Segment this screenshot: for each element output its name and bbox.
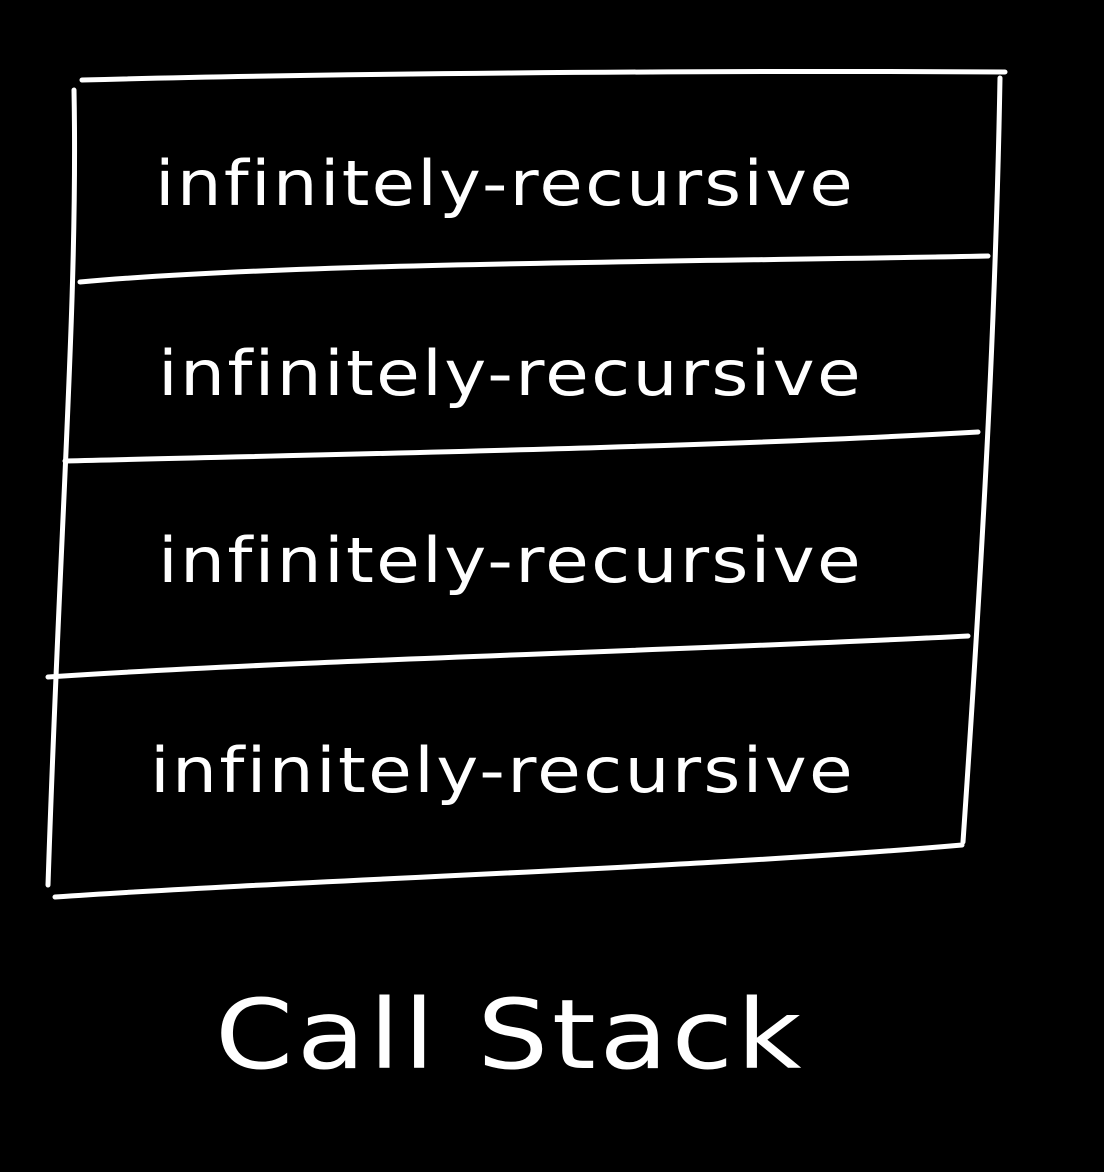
stack-frame-label: infinitely-recursive	[155, 147, 855, 220]
frame-dividers	[45, 253, 991, 680]
call-stack-diagram: infinitely-recursive infinitely-recursiv…	[45, 68, 1008, 1091]
stack-frame-label: infinitely-recursive	[150, 734, 855, 807]
diagram-caption: Call Stack	[215, 979, 805, 1091]
frame-divider	[77, 253, 991, 285]
stack-top-edge	[79, 68, 1008, 83]
stack-frame-label: infinitely-recursive	[158, 524, 863, 597]
stack-frames: infinitely-recursive infinitely-recursiv…	[150, 147, 863, 807]
frame-divider	[62, 429, 981, 464]
stack-right-edge	[960, 75, 1003, 845]
stack-left-edge	[45, 87, 78, 888]
frame-divider	[45, 633, 971, 680]
stack-frame-label: infinitely-recursive	[158, 337, 863, 410]
stack-bottom-edge	[52, 842, 965, 900]
